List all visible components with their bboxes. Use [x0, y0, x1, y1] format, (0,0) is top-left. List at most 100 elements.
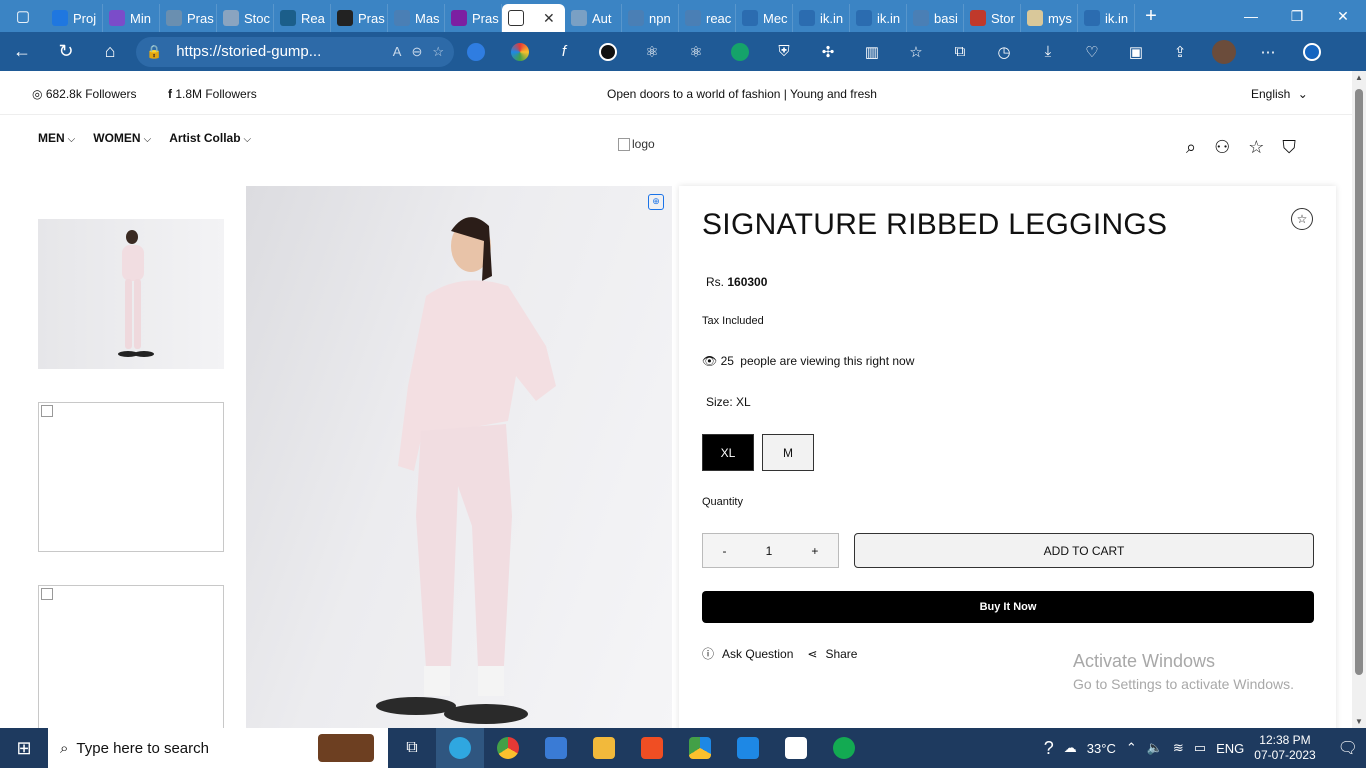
browser-tab[interactable]: Proj: [46, 4, 103, 32]
browser-tab[interactable]: basi: [907, 4, 964, 32]
account-icon[interactable]: ⚇: [1214, 137, 1230, 158]
page-scrollbar[interactable]: ▲ ▼: [1352, 71, 1366, 728]
language-selector[interactable]: English ⌄: [1251, 87, 1308, 101]
tab-actions-icon[interactable]: ▢: [0, 0, 46, 32]
browser-tab[interactable]: ik.in: [850, 4, 907, 32]
extension-icon[interactable]: ⚛: [674, 32, 718, 71]
wishlist-star-icon[interactable]: ☆: [1291, 208, 1313, 230]
performance-icon[interactable]: ♡: [1070, 32, 1114, 71]
browser-tab[interactable]: ik.in: [1078, 4, 1135, 32]
size-option-m[interactable]: M: [762, 434, 814, 471]
browser-tab[interactable]: Stor: [964, 4, 1021, 32]
collections-icon[interactable]: ⧉: [938, 32, 982, 71]
thumbnail-image[interactable]: [38, 585, 224, 728]
browser-tab[interactable]: Pras: [160, 4, 217, 32]
browser-tab[interactable]: Min: [103, 4, 160, 32]
extension-icon[interactable]: [498, 32, 542, 71]
site-logo[interactable]: logo: [618, 137, 655, 152]
browser-tab[interactable]: Pras: [445, 4, 502, 32]
url-field[interactable]: 🔒 https://storied-gump... A ⊖ ☆: [136, 36, 454, 67]
wifi-icon[interactable]: ≋: [1173, 740, 1184, 756]
notifications-icon[interactable]: 🗨: [1338, 738, 1358, 758]
scrollbar-thumb[interactable]: [1355, 89, 1363, 675]
browser-tab[interactable]: npn: [622, 4, 679, 32]
quantity-value[interactable]: 1: [766, 544, 773, 558]
scroll-down-icon[interactable]: ▼: [1352, 717, 1366, 726]
file-explorer-icon[interactable]: [580, 728, 628, 768]
close-tab-icon[interactable]: ✕: [543, 10, 555, 27]
taskbar-search[interactable]: ⌕ Type here to search: [48, 728, 388, 768]
clock[interactable]: 12:38 PM 07-07-2023: [1254, 733, 1315, 763]
minimize-icon[interactable]: —: [1228, 8, 1274, 25]
nav-item-women[interactable]: WOMEN ⌵: [93, 131, 151, 145]
quantity-decrease-button[interactable]: -: [723, 544, 727, 558]
chrome-icon[interactable]: [484, 728, 532, 768]
screenshot-icon[interactable]: ▣: [1114, 32, 1158, 71]
new-tab-button[interactable]: +: [1135, 5, 1167, 28]
browser-tab[interactable]: ik.in: [793, 4, 850, 32]
chevron-up-icon[interactable]: ⌃: [1126, 740, 1137, 756]
wishlist-star-icon[interactable]: ☆: [1248, 137, 1264, 158]
help-icon[interactable]: ?: [1044, 738, 1054, 759]
browser-tab[interactable]: Aut: [565, 4, 622, 32]
mongodb-compass-icon[interactable]: [820, 728, 868, 768]
main-product-image[interactable]: ⊕: [246, 186, 672, 728]
shield-icon[interactable]: ⛨: [762, 32, 806, 71]
history-icon[interactable]: ◷: [982, 32, 1026, 71]
read-aloud-icon[interactable]: A: [393, 44, 402, 59]
edge-browser-icon[interactable]: [436, 728, 484, 768]
add-to-cart-button[interactable]: ADD TO CART: [854, 533, 1314, 568]
refresh-icon[interactable]: ↻: [44, 32, 88, 71]
search-icon[interactable]: ⌕: [1186, 137, 1196, 158]
nav-item-men[interactable]: MEN ⌵: [38, 131, 75, 145]
browser-tab[interactable]: Mec: [736, 4, 793, 32]
input-language[interactable]: ENG: [1216, 741, 1244, 756]
browser-tab[interactable]: Mas: [388, 4, 445, 32]
cart-bag-icon[interactable]: ⛉: [1282, 137, 1296, 158]
browser-tab[interactable]: reac: [679, 4, 736, 32]
extension-icon[interactable]: [718, 32, 762, 71]
restore-icon[interactable]: ❐: [1274, 8, 1320, 25]
zoom-icon[interactable]: ⊕: [648, 194, 664, 210]
favorite-star-icon[interactable]: ☆: [432, 44, 444, 60]
close-window-icon[interactable]: ✕: [1320, 8, 1366, 25]
download-icon[interactable]: ⤓: [1026, 32, 1070, 71]
thumbnail-image[interactable]: [38, 219, 224, 369]
browser-tab[interactable]: Stoc: [217, 4, 274, 32]
google-drive-icon[interactable]: [676, 728, 724, 768]
nav-item-artist-collab[interactable]: Artist Collab ⌵: [169, 131, 251, 145]
home-icon[interactable]: ⌂: [88, 32, 132, 71]
scroll-up-icon[interactable]: ▲: [1352, 73, 1366, 82]
back-icon[interactable]: ←: [0, 32, 44, 71]
browser-tab[interactable]: Pras: [331, 4, 388, 32]
extension-icon[interactable]: ⚛: [630, 32, 674, 71]
browser-tab[interactable]: ✕: [502, 4, 565, 32]
brave-icon[interactable]: [628, 728, 676, 768]
weather-temp[interactable]: 33°C: [1087, 741, 1116, 756]
more-menu-icon[interactable]: ⋯: [1246, 32, 1290, 71]
zoom-icon[interactable]: ⊖: [411, 44, 422, 60]
battery-icon[interactable]: ▭: [1194, 740, 1206, 756]
vscode-icon[interactable]: [724, 728, 772, 768]
extension-icon[interactable]: f: [542, 32, 586, 71]
puzzle-icon[interactable]: ✣: [806, 32, 850, 71]
browser-tab[interactable]: mys: [1021, 4, 1078, 32]
task-view-icon[interactable]: ⧉: [388, 728, 436, 768]
windows-start-icon[interactable]: ⊞: [0, 728, 48, 768]
volume-icon[interactable]: 🔈: [1147, 740, 1163, 756]
buy-now-button[interactable]: Buy It Now: [702, 591, 1314, 623]
thumbnail-image[interactable]: [38, 402, 224, 552]
ask-question-link[interactable]: Ask Question: [722, 647, 793, 661]
share-icon[interactable]: ⇪: [1158, 32, 1202, 71]
extension-icon[interactable]: [454, 32, 498, 71]
split-screen-icon[interactable]: ▥: [850, 32, 894, 71]
share-link[interactable]: Share: [825, 647, 857, 661]
browser-tab[interactable]: Rea: [274, 4, 331, 32]
bing-icon[interactable]: [1290, 32, 1334, 71]
quantity-increase-button[interactable]: +: [811, 544, 818, 558]
extension-icon[interactable]: [586, 32, 630, 71]
profile-avatar[interactable]: [1202, 32, 1246, 71]
favorites-icon[interactable]: ☆: [894, 32, 938, 71]
mongodb-icon[interactable]: [772, 728, 820, 768]
store-icon[interactable]: [532, 728, 580, 768]
